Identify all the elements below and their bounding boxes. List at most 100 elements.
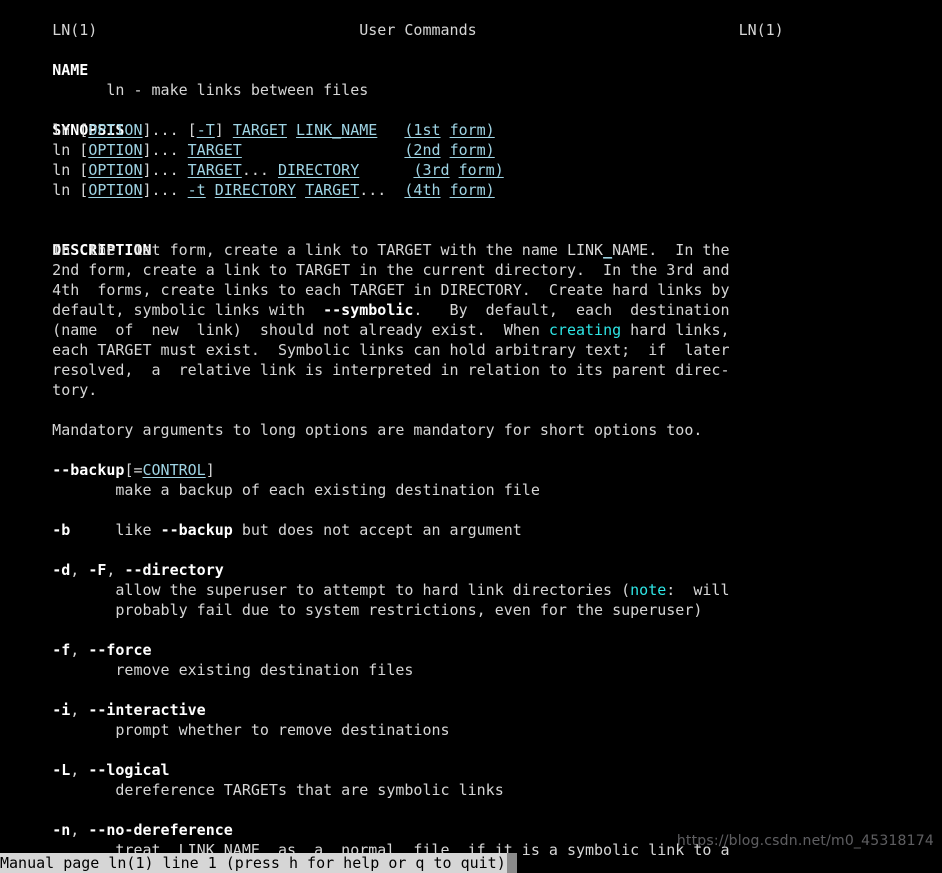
text-run-plain: ]... (142, 141, 188, 159)
description-line-19: probably fail due to system restrictions… (0, 600, 942, 620)
text-run-plain (206, 181, 215, 199)
text-run-plain (0, 761, 52, 779)
text-run-plain: NAME. In the (612, 241, 730, 259)
text-run-uline: (3rd (413, 161, 450, 179)
description-line-15: -b like --backup but does not accept an … (0, 520, 942, 540)
text-run-plain: [ (79, 141, 89, 159)
text-run-plain: , (70, 821, 89, 839)
text-run-plain: [ (79, 161, 89, 179)
text-run-plain (0, 461, 52, 479)
text-run-plain: ]... (142, 121, 188, 139)
description-line-10: Mandatory arguments to long options are … (0, 420, 942, 440)
description-line-3: 4th forms, create links to each TARGET i… (0, 280, 942, 300)
text-run-plain: ln (52, 181, 80, 199)
text-run-uline: TARGET (305, 181, 360, 199)
section-heading-name: NAME (0, 40, 942, 79)
text-run-bold: --backup (52, 461, 125, 479)
text-run-uline: DIRECTORY (277, 161, 360, 179)
description-line-1: In the 1st form, create a link to TARGET… (0, 240, 942, 260)
description-line-30: -n, --no-dereference (0, 820, 942, 840)
man-pager-content[interactable]: LN(1) User Commands LN(1) NAME ln - make… (0, 0, 942, 860)
text-run-plain: , (106, 561, 125, 579)
pager-status-text: Manual page ln(1) line 1 (press h for he… (0, 853, 507, 873)
text-run-plain: prompt whether to remove destinations (0, 721, 450, 739)
text-run-uline: DIRECTORY (214, 181, 297, 199)
terminal-window[interactable]: LN(1) User Commands LN(1) NAME ln - make… (0, 0, 942, 873)
text-run-bold: --logical (88, 761, 170, 779)
text-run-plain: ]... (142, 181, 188, 199)
text-run-uline: OPTION (88, 161, 143, 179)
man-header-center: User Commands (359, 21, 477, 39)
text-run-plain: , (70, 701, 89, 719)
text-run-uline: form) (449, 181, 495, 199)
pager-status-bar[interactable]: Manual page ln(1) line 1 (press h for he… (0, 853, 517, 873)
text-run-bold: --directory (124, 561, 224, 579)
text-run-plain (0, 821, 52, 839)
text-run-plain: ln (52, 141, 80, 159)
text-run-uline: OPTION (88, 181, 143, 199)
text-run-uline: TARGET (232, 121, 287, 139)
name-indent (52, 81, 106, 99)
text-run-plain (296, 181, 305, 199)
text-run-match: note (630, 581, 667, 599)
section-heading-synopsis: SYNOPSIS (0, 100, 942, 139)
text-run-plain (359, 161, 413, 179)
synopsis-line-2: ln [OPTION]... TARGET (2nd form) (0, 140, 942, 160)
man-header-line: LN(1) User Commands LN(1) (0, 0, 942, 39)
description-line-13: make a backup of each existing destinati… (0, 480, 942, 500)
text-run-bold: -b (52, 521, 71, 539)
text-run-plain (0, 641, 52, 659)
text-run-uline: TARGET (187, 161, 242, 179)
text-run-uline: CONTROL (142, 461, 206, 479)
text-run-plain: (name of new link) should not already ex… (0, 321, 549, 339)
man-header-right: LN(1) (738, 21, 784, 39)
text-run-plain: In the 1st form, create a link to TARGET… (0, 241, 604, 259)
text-run-plain (441, 141, 450, 159)
synopsis-block: ln [OPTION]... [-T] TARGET LINK_NAME (1s… (0, 120, 942, 200)
text-run-plain: but does not accept an argument (232, 521, 522, 539)
text-run-plain (441, 121, 450, 139)
description-line-9 (0, 400, 942, 420)
section-body-name: ln - make links between files (0, 60, 942, 99)
text-run-uline: LINK_NAME (296, 121, 378, 139)
text-run-plain: ln (52, 161, 80, 179)
description-line-20 (0, 620, 942, 640)
text-run-plain: [= (124, 461, 143, 479)
description-line-11 (0, 440, 942, 460)
text-run-plain: [ (187, 121, 197, 139)
text-run-uline: form) (458, 161, 504, 179)
text-run-bold: -F (88, 561, 107, 579)
text-run-plain: 4th forms, create links to each TARGET i… (0, 281, 730, 299)
text-run-bold: -f (52, 641, 71, 659)
text-run-plain (0, 561, 52, 579)
text-run-plain (377, 121, 404, 139)
description-line-14 (0, 500, 942, 520)
description-line-12: --backup[=CONTROL] (0, 460, 942, 480)
text-run-bold: --backup (160, 521, 233, 539)
text-run-plain (450, 161, 459, 179)
text-run-bold: -n (52, 821, 71, 839)
text-run-plain: , (70, 641, 89, 659)
text-run-plain: make a backup of each existing destinati… (0, 481, 540, 499)
synopsis-line-3: ln [OPTION]... TARGET... DIRECTORY (3rd … (0, 160, 942, 180)
text-run-plain: like (70, 521, 161, 539)
text-run-plain (242, 141, 405, 159)
text-run-plain: hard links, (621, 321, 730, 339)
text-run-plain: each TARGET must exist. Symbolic links c… (0, 341, 730, 359)
text-run-plain: ... (359, 181, 405, 199)
text-run-plain: ]... (142, 161, 188, 179)
description-line-2: 2nd form, create a link to TARGET in the… (0, 260, 942, 280)
text-run-plain (287, 121, 296, 139)
man-header-gap-right (477, 21, 739, 39)
section-heading-name-label: NAME (52, 61, 89, 79)
text-run-bold: --symbolic (323, 301, 414, 319)
description-line-24: -i, --interactive (0, 700, 942, 720)
description-line-7: resolved, a relative link is interpreted… (0, 360, 942, 380)
description-line-22: remove existing destination files (0, 660, 942, 680)
text-run-plain: default, symbolic links with (0, 301, 324, 319)
text-run-plain: [ (79, 121, 89, 139)
text-run-plain: remove existing destination files (0, 661, 414, 679)
